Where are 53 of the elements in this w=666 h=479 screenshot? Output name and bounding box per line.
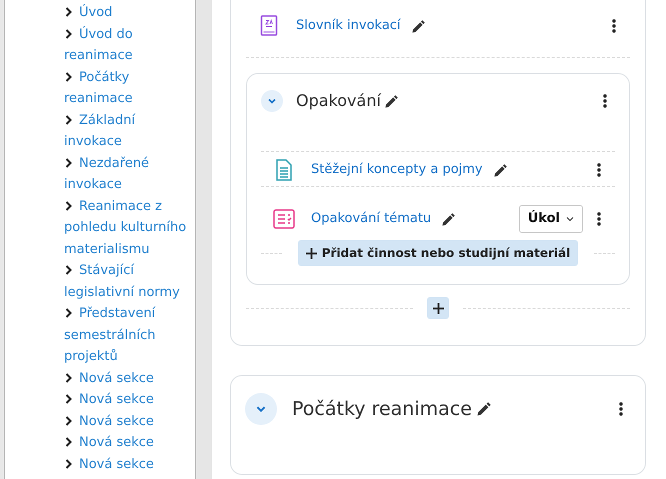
plus-icon bbox=[306, 248, 317, 258]
collapse-toggle[interactable] bbox=[261, 90, 283, 112]
chevron-icon bbox=[64, 458, 73, 468]
chevron-icon bbox=[64, 308, 73, 318]
chevron-icon bbox=[64, 28, 73, 38]
activity-link[interactable]: Slovník invokací bbox=[296, 16, 401, 36]
subsection-title: Opakování bbox=[296, 90, 381, 112]
book-icon bbox=[260, 15, 278, 37]
sidebar-item[interactable]: Úvod do reanimace bbox=[64, 24, 190, 66]
sidebar-item[interactable]: Nezdařené invokace bbox=[64, 152, 190, 196]
sidebar-item[interactable]: Nová sekce bbox=[64, 368, 154, 389]
chevron-icon bbox=[267, 96, 277, 106]
sidebar-item[interactable]: Nová sekce bbox=[64, 410, 154, 432]
type-dropdown[interactable]: Úkol bbox=[518, 205, 583, 233]
sidebar-item[interactable]: Představení semestrálních projektů bbox=[64, 303, 190, 368]
chevron-icon bbox=[64, 372, 73, 382]
edit-icon[interactable] bbox=[492, 162, 508, 178]
edit-icon[interactable] bbox=[410, 18, 426, 34]
checklist-icon bbox=[273, 209, 295, 229]
chevron-icon bbox=[64, 416, 73, 426]
sidebar-item[interactable]: Počátky reanimace bbox=[64, 66, 190, 110]
caret-icon bbox=[566, 215, 574, 223]
section-title: Počátky reanimace bbox=[292, 396, 472, 422]
sidebar-item[interactable]: Reanimace z pohledu kulturního materialismu bbox=[64, 196, 190, 260]
chevron-icon bbox=[64, 114, 73, 124]
activity-link[interactable]: Stěžejní koncepty a pojmy bbox=[311, 160, 483, 180]
add-activity-button[interactable]: Přidat činnost nebo studijní materiál bbox=[298, 240, 578, 266]
more-menu-icon[interactable] bbox=[597, 212, 601, 226]
collapse-toggle[interactable] bbox=[245, 393, 277, 425]
sidebar-item[interactable]: Úvod bbox=[64, 2, 112, 24]
more-menu-icon[interactable] bbox=[612, 19, 616, 33]
sidebar-item[interactable]: Nová sekce bbox=[64, 389, 154, 410]
sidebar-item[interactable]: Nová sekce bbox=[64, 454, 154, 475]
chevron-icon bbox=[64, 158, 73, 168]
chevron-icon bbox=[64, 437, 73, 447]
edit-icon[interactable] bbox=[441, 212, 456, 226]
add-section-button[interactable] bbox=[427, 297, 449, 319]
document-icon bbox=[275, 159, 293, 181]
chevron-icon bbox=[64, 200, 73, 210]
more-menu-icon[interactable] bbox=[619, 402, 623, 416]
chevron-icon bbox=[64, 72, 73, 82]
chevron-icon bbox=[64, 394, 73, 404]
sidebar-item[interactable]: Stávající legislativní normy bbox=[64, 260, 190, 303]
plus-icon bbox=[432, 302, 444, 314]
sidebar-item[interactable]: Nová sekce bbox=[64, 432, 154, 454]
chevron-icon bbox=[64, 7, 73, 17]
chevron-icon bbox=[64, 265, 73, 275]
activity-link[interactable]: Opakování tématu bbox=[311, 209, 432, 229]
sidebar-item[interactable]: Základní invokace bbox=[64, 110, 190, 152]
edit-icon[interactable] bbox=[384, 94, 399, 108]
more-menu-icon[interactable] bbox=[597, 163, 601, 177]
more-menu-icon[interactable] bbox=[603, 94, 607, 108]
edit-icon[interactable] bbox=[476, 401, 492, 417]
